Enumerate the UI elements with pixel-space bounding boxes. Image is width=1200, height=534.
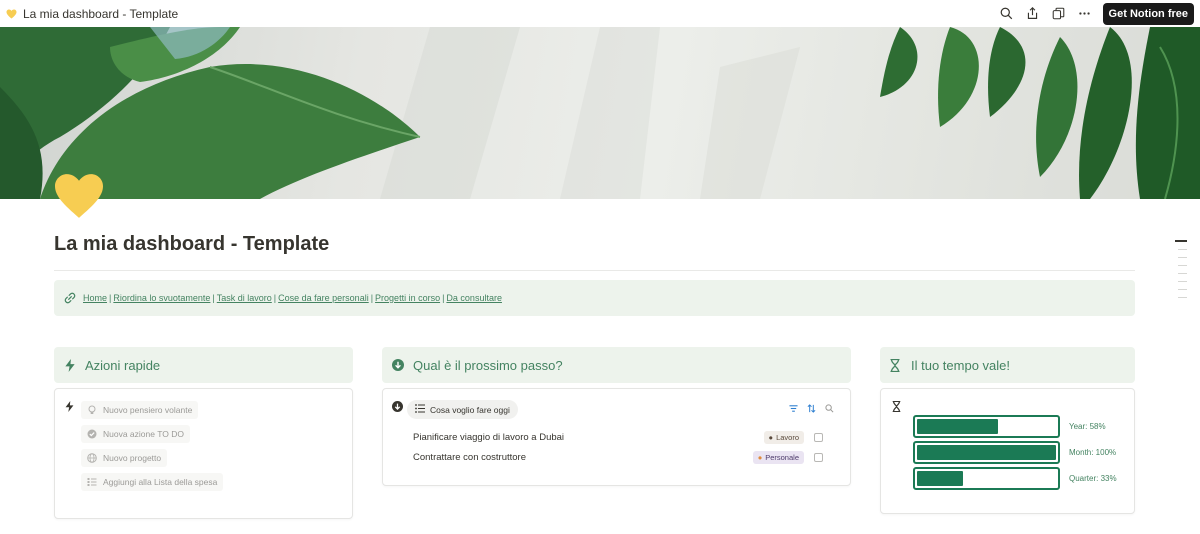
next-step-header: Qual è il prossimo passo? [382,347,851,383]
more-icon[interactable] [1077,6,1093,22]
quick-action-new-project[interactable]: Nuovo progetto [81,449,168,467]
database-view-tab[interactable]: Cosa voglio fare oggi [407,400,518,419]
time-card: Year: 58% Month: 100% Quarter: 33% [880,388,1135,514]
breadcrumb-title: La mia dashboard - Template [23,6,179,21]
quick-action-label: Nuova azione TO DO [103,429,184,439]
quick-action-label: Nuovo progetto [103,453,162,463]
nav-link-cose-personali[interactable]: Cose da fare personali [278,293,369,303]
progress-fill [917,419,998,434]
quick-action-new-thought[interactable]: Nuovo pensiero volante [81,401,199,419]
hand-icon: ● [757,452,763,462]
navigation-callout: Home | Riordina lo svuotamente | Task di… [54,280,1135,316]
progress-row-month: Month: 100% [913,441,1116,464]
task-name[interactable]: Pianificare viaggio di lavoro a Dubai [413,432,764,443]
task-row[interactable]: Pianificare viaggio di lavoro a Dubai ● L… [413,429,823,445]
nav-link-task-lavoro[interactable]: Task di lavoro [217,293,272,303]
quick-actions-header: Azioni rapide [54,347,353,383]
progress-label: Year: 58% [1069,422,1106,431]
task-row[interactable]: Contrattare con costruttore ● Personale [413,449,823,465]
time-header: Il tuo tempo vale! [880,347,1135,383]
filter-icon[interactable] [789,404,798,413]
progress-row-year: Year: 58% [913,415,1106,438]
quick-action-label: Aggiungi alla Lista della spesa [103,477,218,487]
link-icon [64,292,76,304]
progress-bar [913,441,1060,464]
nav-separator: | [212,293,215,303]
search-icon[interactable] [999,6,1015,22]
tag-badge: ● Lavoro [763,430,804,444]
progress-bar [913,467,1060,490]
quick-actions-card: Nuovo pensiero volante Nuova azione TO D… [54,388,353,519]
progress-row-quarter: Quarter: 33% [913,467,1117,490]
tag-badge: ● Personale [752,450,804,464]
title-divider [54,270,1135,271]
nav-link-consultare[interactable]: Da consultare [446,293,502,303]
progress-fill [917,445,1056,460]
list-view-icon [415,404,425,415]
next-step-title: Qual è il prossimo passo? [413,357,563,373]
table-of-contents-rail[interactable] [1175,240,1187,305]
progress-bar [913,415,1060,438]
nav-separator: | [370,293,374,303]
nav-separator: | [109,293,112,303]
person-icon: ● [768,432,774,442]
page-breadcrumb[interactable]: La mia dashboard - Template [6,7,178,21]
quick-actions-title: Azioni rapide [85,357,161,373]
check-circle-icon [87,429,97,439]
database-toolbar [789,404,834,413]
nav-separator: | [442,293,445,303]
search-icon[interactable] [825,404,834,413]
next-step-card: Cosa voglio fare oggi Pianificare viaggi… [382,388,851,486]
progress-fill [917,471,963,486]
task-checkbox[interactable] [814,452,823,462]
page-title: La mia dashboard - Template [54,233,330,255]
sort-icon[interactable] [807,404,816,413]
view-label: Cosa voglio fare oggi [430,404,510,415]
task-name[interactable]: Contrattare con costruttore [413,452,753,463]
nav-link-riordina[interactable]: Riordina lo svuotamente [113,293,210,303]
share-icon[interactable] [1025,6,1041,22]
time-title: Il tuo tempo vale! [911,357,1010,373]
quick-action-label: Nuovo pensiero volante [103,405,193,415]
tag-label: Personale [765,452,799,462]
yellow-heart-icon [6,8,17,19]
nav-link-progetti[interactable]: Progetti in corso [375,293,440,303]
nav-separator: | [273,293,277,303]
hourglass-icon [890,358,903,372]
quick-action-shopping-list[interactable]: Aggiungi alla Lista della spesa [81,473,224,491]
quick-action-new-todo[interactable]: Nuova azione TO DO [81,425,190,443]
bolt-icon [65,401,74,412]
bolt-icon [64,358,77,372]
duplicate-icon[interactable] [1051,6,1067,22]
lightbulb-icon [87,405,97,415]
hourglass-icon [892,401,901,412]
arrow-down-circle-icon [392,358,405,372]
globe-icon [87,453,97,463]
get-notion-free-button[interactable]: Get Notion free [1102,2,1194,25]
task-checkbox[interactable] [814,432,823,442]
tag-label: Lavoro [776,432,799,442]
cover-image [0,27,1200,199]
arrow-down-circle-icon [392,401,403,412]
top-bar: La mia dashboard - Template Get Notion f… [0,0,1200,27]
yellow-heart-icon[interactable] [52,172,106,220]
progress-label: Quarter: 33% [1069,474,1117,483]
list-icon [87,477,97,487]
nav-link-home[interactable]: Home [83,293,107,303]
progress-label: Month: 100% [1069,448,1117,457]
